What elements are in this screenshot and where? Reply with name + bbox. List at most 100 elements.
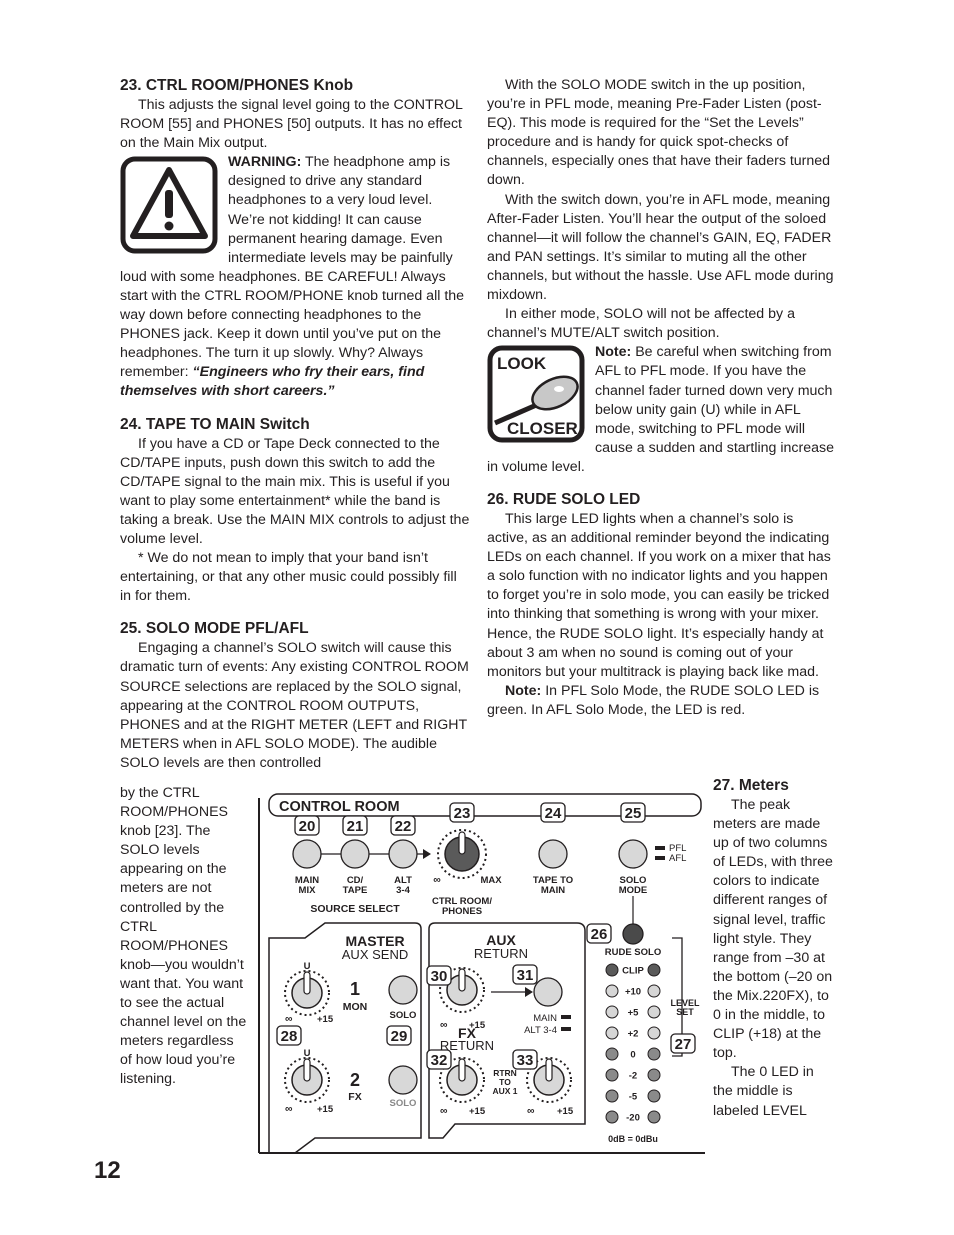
meter-level-label: -5 — [629, 1092, 638, 1103]
afl-paragraph: With the switch down, you’re in AFL mode… — [487, 191, 834, 304]
fx-return-min: ∞ — [440, 1105, 448, 1117]
meter-led-right — [647, 963, 661, 977]
section-27-p1: The peak meters are made up of two colum… — [713, 797, 833, 1062]
tape-to-main-label-2: MAIN — [541, 885, 565, 896]
section-24-footnote: * We do not mean to imply that your band… — [120, 550, 457, 605]
aux2-number: 2 — [350, 1070, 360, 1090]
tape-to-main-button[interactable] — [538, 839, 568, 869]
main-switch-glyph — [561, 1015, 571, 1019]
rtrn-knob-min: ∞ — [527, 1105, 535, 1117]
aux2-solo-label: SOLO — [390, 1098, 417, 1109]
aux1-solo-button[interactable] — [388, 975, 418, 1005]
meter-level-label: -2 — [629, 1071, 637, 1082]
note-label: Note: — [595, 344, 632, 361]
warning-label: WARNING: — [228, 154, 302, 171]
meter-led-left — [605, 1068, 619, 1082]
meter-level-label: +10 — [625, 987, 641, 998]
section-25-heading: 25. SOLO MODE PFL/AFL — [120, 620, 309, 638]
section-25-p1: Engaging a channel’s SOLO switch will ca… — [120, 640, 469, 771]
callout-27: 27 — [675, 1036, 692, 1053]
meter-level-label: +2 — [628, 1029, 639, 1040]
meter-level-label: CLIP — [622, 966, 644, 977]
callout-29: 29 — [391, 1028, 408, 1045]
alt-switch-glyph — [561, 1027, 571, 1031]
meter-led-right — [647, 984, 661, 998]
meters-column: 27. Meters The peak meters are made up o… — [713, 776, 835, 1121]
meter-level-label: -20 — [626, 1113, 640, 1124]
main-mix-label-2: MIX — [299, 885, 317, 896]
left-column: 23. CTRL ROOM/PHONES Knob This adjusts t… — [120, 76, 470, 773]
either-mode-paragraph: In either mode, SOLO will not be affecte… — [487, 306, 795, 342]
rude-solo-label: RUDE SOLO — [605, 947, 661, 958]
callout-22: 22 — [395, 818, 412, 835]
rtrn-knob-max: +15 — [557, 1106, 574, 1117]
aux1-number: 1 — [350, 979, 360, 999]
solo-mode-button[interactable] — [618, 839, 648, 869]
meter-led-left — [605, 1026, 619, 1040]
ctrl-knob-min: ∞ — [433, 874, 441, 886]
knob1-min: ∞ — [285, 1013, 293, 1025]
control-room-title: CONTROL ROOM — [279, 799, 400, 815]
fx-return-max: +15 — [469, 1106, 486, 1117]
aux-return-subtitle: RETURN — [474, 946, 528, 961]
callout-25: 25 — [625, 805, 642, 822]
callout-31: 31 — [517, 967, 534, 984]
section-25-p1-continued: by the CTRL ROOM/PHONES knob [23]. The S… — [120, 785, 247, 1088]
afl-label: AFL — [669, 853, 686, 864]
level-set-label-2: SET — [676, 1007, 694, 1017]
callout-23: 23 — [454, 805, 471, 822]
cd-tape-button[interactable] — [340, 839, 370, 869]
cd-tape-label-2: TAPE — [343, 885, 368, 896]
pfl-switch-glyph — [655, 846, 665, 850]
source-select-label: SOURCE SELECT — [310, 903, 400, 915]
left-column-narrow: by the CTRL ROOM/PHONES knob [23]. The S… — [120, 784, 248, 1090]
section-23-heading: 23. CTRL ROOM/PHONES Knob — [120, 77, 354, 94]
meter-led-right — [647, 1005, 661, 1019]
look-closer-icon: LOOK CLOSER — [487, 345, 585, 443]
ctrl-knob-max: MAX — [480, 875, 502, 886]
afl-switch-glyph — [655, 856, 665, 860]
meter-led-left — [605, 1089, 619, 1103]
rtrn-to-aux-3: AUX 1 — [492, 1086, 517, 1096]
knob2-min: ∞ — [285, 1103, 293, 1115]
meter-led-right — [647, 1089, 661, 1103]
main-route-label: MAIN — [533, 1013, 557, 1024]
callout-20: 20 — [299, 818, 316, 835]
meter-led-right — [647, 1047, 661, 1061]
meter-led-left — [605, 984, 619, 998]
callout-21: 21 — [347, 818, 364, 835]
aux2-name: FX — [348, 1091, 361, 1103]
section-27-p2: The 0 LED in the middle is labeled LEVEL — [713, 1064, 814, 1119]
section-24-p1: If you have a CD or Tape Deck connected … — [120, 435, 470, 547]
section-26-note-label: Note: — [505, 682, 542, 699]
ctrl-knob-label-2: PHONES — [442, 906, 482, 917]
section-26-p1: This large LED lights when a channel’s s… — [487, 510, 831, 680]
aux-send-1-knob[interactable] — [284, 970, 330, 1016]
callout-30: 30 — [431, 968, 448, 985]
main-mix-button[interactable] — [292, 839, 322, 869]
alt-label-2: 3-4 — [396, 885, 410, 896]
aux-return-min: ∞ — [440, 1019, 448, 1031]
callout-32: 32 — [431, 1052, 448, 1069]
meter-footer: 0dB = 0dBu — [608, 1134, 658, 1144]
pfl-paragraph: With the SOLO MODE switch in the up posi… — [487, 77, 831, 189]
ctrl-room-phones-knob[interactable] — [437, 829, 487, 879]
section-23-intro: This adjusts the signal level going to t… — [120, 97, 463, 152]
control-room-diagram: CONTROL ROOM MAIN MIX CD/ TAPE ALT 3-4 S… — [258, 793, 705, 1154]
meter-level-label: +5 — [628, 1008, 640, 1019]
alt-3-4-button[interactable] — [388, 839, 418, 869]
knob1-unity: U — [304, 961, 311, 972]
aux-send-2-knob[interactable] — [284, 1057, 330, 1103]
meter-led-left — [605, 963, 619, 977]
callout-26: 26 — [591, 926, 608, 943]
knob1-max: +15 — [317, 1014, 334, 1025]
knob2-max: +15 — [317, 1104, 334, 1115]
alt-route-label: ALT 3-4 — [524, 1025, 557, 1036]
page-number: 12 — [94, 1157, 121, 1184]
aux1-name: MON — [343, 1001, 368, 1013]
aux-send-subtitle: AUX SEND — [342, 947, 408, 962]
callout-24: 24 — [545, 805, 562, 822]
aux2-solo-button[interactable] — [388, 1065, 418, 1095]
aux-return-routing-button[interactable] — [533, 977, 563, 1007]
meter-led-right — [647, 1110, 661, 1124]
